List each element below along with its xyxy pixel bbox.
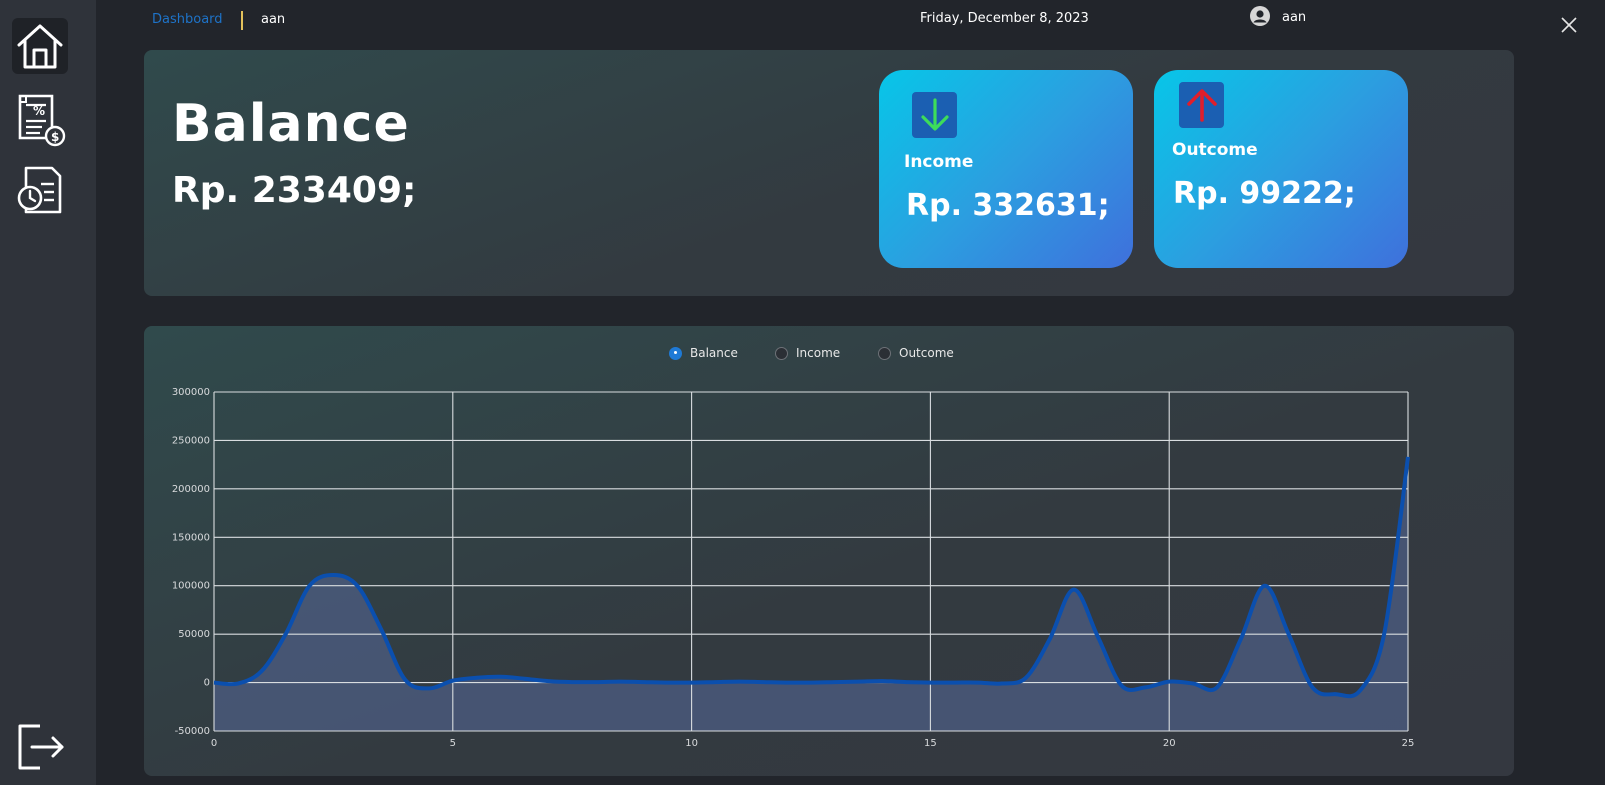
y-tick-label: 200000 [172,484,210,495]
y-tick-label: -50000 [175,726,210,737]
svg-text:$: $ [51,130,59,144]
user-avatar-icon[interactable] [1250,6,1270,26]
arrow-up-icon [1186,89,1217,122]
x-tick-label: 0 [211,738,217,749]
y-tick-label: 0 [204,678,210,689]
reports-button[interactable] [12,162,68,218]
sidebar: % $ [0,0,96,785]
y-tick-label: 250000 [172,435,210,446]
y-tick-label: 150000 [172,532,210,543]
balance-area [214,456,1408,731]
income-card[interactable]: Income Rp. 332631; [879,70,1133,268]
arrow-down-icon [920,98,949,131]
document-clock-icon [17,166,62,214]
income-amount: Rp. 332631; [906,188,1110,223]
y-tick-label: 300000 [172,387,210,398]
income-icon-box [912,92,957,138]
balance-amount: Rp. 233409; [172,170,417,211]
top-bar: Dashboard aan Friday, December 8, 2023 a… [0,0,1605,40]
transactions-button[interactable]: % $ [12,92,68,148]
y-tick-label: 50000 [178,629,210,640]
x-tick-label: 20 [1163,738,1176,749]
user-name: aan [1282,10,1307,25]
x-tick-label: 15 [924,738,937,749]
x-tick-label: 25 [1402,738,1415,749]
outcome-icon-box [1179,82,1224,128]
outcome-card[interactable]: Outcome Rp. 99222; [1154,70,1408,268]
balance-line [213,456,1410,699]
svg-text:%: % [33,104,45,118]
chart-panel: Balance Income Outcome -50000 0 50000 10000… [144,326,1514,776]
breadcrumb-dashboard-link[interactable]: Dashboard [152,12,223,27]
logout-icon [18,724,64,770]
receipt-percent-icon: % $ [18,94,66,147]
balance-title: Balance [172,94,410,154]
breadcrumb-user: aan [261,12,286,27]
x-tick-label: 10 [685,738,698,749]
logout-button[interactable] [12,718,68,774]
income-label: Income [904,152,974,172]
breadcrumb-separator [241,11,243,30]
current-date: Friday, December 8, 2023 [920,11,1089,26]
balance-chart: -500000500001000001500002000002500003000… [172,387,1415,749]
balance-panel: Balance Rp. 233409; Income Rp. 332631; O… [144,50,1514,296]
close-icon[interactable] [1560,16,1578,34]
x-tick-label: 5 [450,738,456,749]
y-tick-label: 100000 [172,581,210,592]
outcome-amount: Rp. 99222; [1173,176,1356,211]
outcome-label: Outcome [1172,140,1258,160]
